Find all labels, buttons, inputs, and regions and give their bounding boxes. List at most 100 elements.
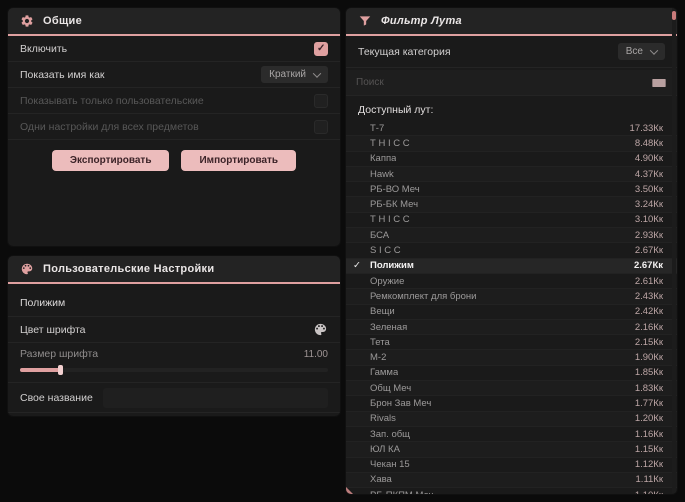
loot-list-item[interactable]: ✓ Полижим 2.67Кк	[346, 258, 677, 274]
color-picker-icon[interactable]	[313, 322, 328, 337]
loot-item-name: Rivals	[370, 413, 396, 425]
loot-list-item[interactable]: ✓ Вещи 2.42Кк	[346, 305, 677, 320]
loot-list-item[interactable]: ✓ РБ-БК Меч 3.24Кк	[346, 197, 677, 213]
loot-item-value: 2.93Кк	[634, 229, 663, 241]
same-settings-checkbox[interactable]	[314, 119, 328, 134]
show-name-dropdown-value: Краткий	[269, 69, 306, 80]
resize-handle-icon[interactable]	[346, 486, 354, 494]
loot-item-name: БСА	[370, 229, 390, 241]
slider-track	[20, 368, 328, 372]
loot-list-item[interactable]: ✓ РБ-ПКПМ Меч 1.10Кк	[346, 488, 677, 494]
loot-item-value: 1.15Кк	[634, 443, 663, 455]
loot-list-item[interactable]: ✓ Зеленая 2.16Кк	[346, 319, 677, 336]
loot-item-value: 1.90Кк	[634, 352, 663, 364]
custom-name-label: Свое название	[20, 391, 93, 404]
only-custom-checkbox[interactable]	[314, 93, 328, 108]
funnel-icon	[358, 14, 372, 28]
enable-checkbox[interactable]	[314, 41, 328, 56]
loot-list-item[interactable]: ✓ Тета 2.15Кк	[346, 335, 677, 351]
panel-loot-filter: Фильтр Лута Текущая категория Все Доступ…	[346, 8, 677, 494]
loot-list-item[interactable]: ✓ Хава 1.11Кк	[346, 472, 677, 489]
available-loot-label: Доступный лут:	[358, 104, 434, 116]
loot-item-value: 3.10Кк	[634, 214, 663, 226]
show-name-label: Показать имя как	[20, 68, 105, 81]
loot-item-value: 2.61Кк	[634, 275, 663, 287]
loot-list-item[interactable]: ✓ Брон Зав Меч 1.77Кк	[346, 396, 677, 412]
loot-item-value: 1.83Кк	[634, 382, 663, 394]
loot-item-value: 3.24Кк	[634, 199, 663, 211]
search-row	[346, 70, 677, 96]
same-settings-label: Одни настройки для всех предметов	[20, 120, 199, 133]
loot-item-name: S І С С	[370, 245, 401, 257]
loot-list-item[interactable]: ✓ Оружие 2.61Кк	[346, 274, 677, 290]
scrollbar-thumb[interactable]	[672, 11, 676, 20]
setting-row-font-color: Цвет шрифта	[8, 317, 340, 343]
loot-item-name: Чекан 15	[370, 459, 410, 471]
keyboard-icon[interactable]	[651, 75, 667, 91]
loot-item-name: РБ-ПКПМ Меч	[370, 490, 433, 494]
check-icon: ✓	[353, 259, 361, 271]
export-import-row: Экспортировать Импортировать	[8, 140, 340, 171]
chevron-down-icon	[649, 45, 659, 55]
gear-icon	[20, 14, 34, 28]
loot-list-item[interactable]: ✓ Rivals 1.20Кк	[346, 411, 677, 427]
panel-general-header: Общие	[8, 8, 340, 36]
loot-list: ✓ Т-7 17.33Кк ✓ Т Н І С С 8.48Кк ✓ Каппа…	[346, 121, 677, 494]
loot-item-name: Гамма	[370, 367, 399, 379]
search-input[interactable]	[356, 77, 651, 88]
chevron-down-icon	[312, 68, 322, 78]
loot-list-item[interactable]: ✓ БСА 2.93Кк	[346, 228, 677, 244]
loot-item-name: Ремкомплект для брони	[370, 290, 477, 302]
slider-handle[interactable]	[58, 365, 64, 375]
category-dropdown-value: Все	[625, 46, 643, 57]
loot-item-name: Брон Зав Меч	[370, 397, 432, 409]
loot-item-name: Оружие	[370, 275, 405, 287]
font-size-slider[interactable]	[20, 365, 328, 375]
loot-item-value: 2.43Кк	[634, 290, 663, 302]
loot-item-value: 2.42Кк	[634, 306, 663, 318]
loot-list-item[interactable]: ✓ Зап. общ 1.16Кк	[346, 427, 677, 443]
loot-item-name: Хава	[370, 474, 392, 486]
export-button[interactable]: Экспортировать	[51, 150, 170, 171]
loot-item-name: РБ-БК Меч	[370, 199, 419, 211]
loot-list-item[interactable]: ✓ Общ Меч 1.83Кк	[346, 381, 677, 397]
loot-list-item[interactable]: ✓ М-2 1.90Кк	[346, 350, 677, 366]
import-button[interactable]: Импортировать	[181, 150, 297, 171]
panel-general: Общие Включить Показать имя как Краткий …	[8, 8, 340, 246]
slider-fill	[20, 368, 61, 372]
setting-row-category: Текущая категория Все	[346, 36, 677, 68]
loot-list-item[interactable]: ✓ Ремкомплект для брони 2.43Кк	[346, 289, 677, 305]
loot-list-item[interactable]: ✓ Гамма 1.85Кк	[346, 366, 677, 382]
loot-list-item[interactable]: ✓ S І С С 2.67Кк	[346, 243, 677, 259]
loot-list-item[interactable]: ✓ Чекан 15 1.12Кк	[346, 458, 677, 473]
loot-list-item[interactable]: ✓ Hawk 4.37Кк	[346, 166, 677, 183]
loot-list-item[interactable]: ✓ Т-7 17.33Кк	[346, 121, 677, 137]
loot-item-value: 8.48Кк	[634, 137, 663, 149]
loot-item-name: Вещи	[370, 306, 395, 318]
palette-icon	[20, 262, 34, 276]
selected-item-name-row: Полижим	[8, 284, 340, 317]
delete-row: Удалить	[8, 413, 340, 416]
panel-custom-settings-header: Пользовательские Настройки	[8, 256, 340, 284]
loot-list-item[interactable]: ✓ Каппа 4.90Кк	[346, 152, 677, 167]
loot-item-value: 1.10Кк	[635, 490, 663, 494]
custom-name-input[interactable]	[102, 387, 328, 408]
panel-general-title: Общие	[43, 15, 83, 27]
loot-item-value: 1.11Кк	[635, 474, 663, 486]
category-label: Текущая категория	[358, 45, 451, 58]
loot-list-item[interactable]: ✓ Т Н І С С 3.10Кк	[346, 213, 677, 229]
setting-row-font-size: Размер шрифта 11.00	[8, 343, 340, 383]
loot-item-value: 2.16Кк	[634, 321, 663, 333]
loot-list-item[interactable]: ✓ Т Н І С С 8.48Кк	[346, 136, 677, 152]
only-custom-label: Показывать только пользовательские	[20, 94, 204, 107]
loot-item-name: Hawk	[370, 168, 394, 180]
loot-list-item[interactable]: ✓ РБ-ВО Меч 3.50Кк	[346, 182, 677, 198]
category-dropdown[interactable]: Все	[617, 43, 665, 60]
scrollbar[interactable]	[672, 8, 676, 494]
loot-item-value: 3.50Кк	[634, 183, 663, 195]
loot-list-item[interactable]: ✓ ЮЛ КА 1.15Кк	[346, 442, 677, 458]
loot-item-value: 2.15Кк	[634, 336, 663, 348]
show-name-dropdown[interactable]: Краткий	[261, 66, 328, 83]
panel-custom-settings: Пользовательские Настройки Полижим Цвет …	[8, 256, 340, 416]
loot-item-name: Т-7	[370, 122, 385, 134]
